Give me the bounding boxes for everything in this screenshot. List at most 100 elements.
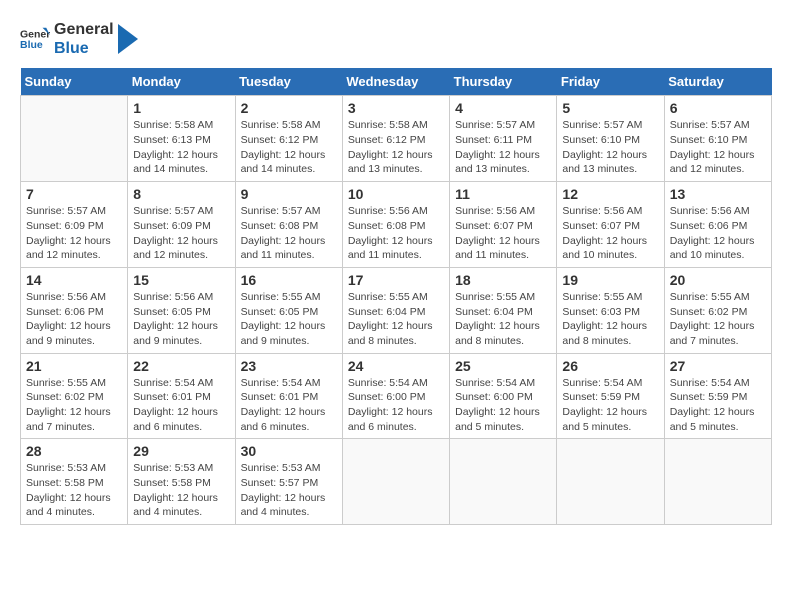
calendar-cell: 8 Sunrise: 5:57 AMSunset: 6:09 PMDaylight…	[128, 182, 235, 268]
calendar-cell: 20 Sunrise: 5:55 AMSunset: 6:02 PMDayligh…	[664, 267, 771, 353]
day-info: Sunrise: 5:54 AMSunset: 6:01 PMDaylight:…	[133, 376, 229, 435]
day-number: 17	[348, 272, 444, 288]
calendar-cell	[21, 96, 128, 182]
day-number: 7	[26, 186, 122, 202]
calendar-cell: 13 Sunrise: 5:56 AMSunset: 6:06 PMDayligh…	[664, 182, 771, 268]
calendar-cell: 22Sunrise: 5:54 AMSunset: 6:01 PMDayligh…	[128, 353, 235, 439]
logo: General Blue General Blue	[20, 20, 138, 58]
calendar-cell: 1 Sunrise: 5:58 AMSunset: 6:13 PMDaylight…	[128, 96, 235, 182]
calendar-cell: 21 Sunrise: 5:55 AMSunset: 6:02 PMDayligh…	[21, 353, 128, 439]
day-number: 4	[455, 100, 551, 116]
calendar-header-row: SundayMondayTuesdayWednesdayThursdayFrid…	[21, 68, 772, 96]
day-number: 23	[241, 358, 337, 374]
day-info: Sunrise: 5:57 AMSunset: 6:09 PMDaylight:…	[26, 204, 122, 263]
calendar-week-row: 7 Sunrise: 5:57 AMSunset: 6:09 PMDaylight…	[21, 182, 772, 268]
day-number: 20	[670, 272, 766, 288]
calendar-table: SundayMondayTuesdayWednesdayThursdayFrid…	[20, 68, 772, 525]
day-info: Sunrise: 5:55 AMSunset: 6:03 PMDaylight:…	[562, 290, 658, 349]
calendar-cell: 16 Sunrise: 5:55 AMSunset: 6:05 PMDayligh…	[235, 267, 342, 353]
day-number: 25	[455, 358, 551, 374]
logo-general: General	[54, 21, 114, 38]
svg-text:Blue: Blue	[20, 39, 43, 51]
day-info: Sunrise: 5:53 AMSunset: 5:58 PMDaylight:…	[26, 461, 122, 520]
calendar-cell: 15 Sunrise: 5:56 AMSunset: 6:05 PMDayligh…	[128, 267, 235, 353]
day-number: 2	[241, 100, 337, 116]
calendar-cell: 23 Sunrise: 5:54 AMSunset: 6:01 PMDayligh…	[235, 353, 342, 439]
day-info: Sunrise: 5:57 AMSunset: 6:10 PMDaylight:…	[562, 118, 658, 177]
logo-icon: General Blue	[20, 24, 50, 54]
day-number: 15	[133, 272, 229, 288]
calendar-cell: 4 Sunrise: 5:57 AMSunset: 6:11 PMDaylight…	[450, 96, 557, 182]
header-wednesday: Wednesday	[342, 68, 449, 96]
calendar-cell	[450, 439, 557, 525]
day-info: Sunrise: 5:56 AMSunset: 6:06 PMDaylight:…	[670, 204, 766, 263]
day-info: Sunrise: 5:56 AMSunset: 6:06 PMDaylight:…	[26, 290, 122, 349]
day-info: Sunrise: 5:56 AMSunset: 6:07 PMDaylight:…	[562, 204, 658, 263]
day-info: Sunrise: 5:58 AMSunset: 6:13 PMDaylight:…	[133, 118, 229, 177]
day-number: 27	[670, 358, 766, 374]
day-number: 28	[26, 443, 122, 459]
day-info: Sunrise: 5:53 AMSunset: 5:57 PMDaylight:…	[241, 461, 337, 520]
calendar-cell	[557, 439, 664, 525]
day-number: 5	[562, 100, 658, 116]
day-number: 29	[133, 443, 229, 459]
day-info: Sunrise: 5:56 AMSunset: 6:08 PMDaylight:…	[348, 204, 444, 263]
day-info: Sunrise: 5:57 AMSunset: 6:08 PMDaylight:…	[241, 204, 337, 263]
day-number: 19	[562, 272, 658, 288]
day-number: 9	[241, 186, 337, 202]
header-monday: Monday	[128, 68, 235, 96]
day-info: Sunrise: 5:57 AMSunset: 6:09 PMDaylight:…	[133, 204, 229, 263]
day-info: Sunrise: 5:56 AMSunset: 6:05 PMDaylight:…	[133, 290, 229, 349]
day-info: Sunrise: 5:58 AMSunset: 6:12 PMDaylight:…	[241, 118, 337, 177]
calendar-cell: 9 Sunrise: 5:57 AMSunset: 6:08 PMDaylight…	[235, 182, 342, 268]
day-info: Sunrise: 5:54 AMSunset: 5:59 PMDaylight:…	[562, 376, 658, 435]
day-info: Sunrise: 5:55 AMSunset: 6:02 PMDaylight:…	[26, 376, 122, 435]
calendar-cell: 5 Sunrise: 5:57 AMSunset: 6:10 PMDaylight…	[557, 96, 664, 182]
calendar-cell: 6Sunrise: 5:57 AMSunset: 6:10 PMDaylight…	[664, 96, 771, 182]
calendar-week-row: 14 Sunrise: 5:56 AMSunset: 6:06 PMDayligh…	[21, 267, 772, 353]
calendar-cell: 30 Sunrise: 5:53 AMSunset: 5:57 PMDayligh…	[235, 439, 342, 525]
calendar-cell: 24 Sunrise: 5:54 AMSunset: 6:00 PMDayligh…	[342, 353, 449, 439]
day-number: 3	[348, 100, 444, 116]
day-number: 24	[348, 358, 444, 374]
calendar-cell: 7 Sunrise: 5:57 AMSunset: 6:09 PMDaylight…	[21, 182, 128, 268]
day-number: 30	[241, 443, 337, 459]
day-number: 14	[26, 272, 122, 288]
calendar-week-row: 21 Sunrise: 5:55 AMSunset: 6:02 PMDayligh…	[21, 353, 772, 439]
day-number: 13	[670, 186, 766, 202]
day-number: 18	[455, 272, 551, 288]
day-info: Sunrise: 5:55 AMSunset: 6:02 PMDaylight:…	[670, 290, 766, 349]
logo-arrow-icon	[118, 24, 138, 54]
day-info: Sunrise: 5:55 AMSunset: 6:05 PMDaylight:…	[241, 290, 337, 349]
day-info: Sunrise: 5:55 AMSunset: 6:04 PMDaylight:…	[455, 290, 551, 349]
calendar-cell	[342, 439, 449, 525]
calendar-week-row: 28 Sunrise: 5:53 AMSunset: 5:58 PMDayligh…	[21, 439, 772, 525]
day-info: Sunrise: 5:54 AMSunset: 6:00 PMDaylight:…	[455, 376, 551, 435]
day-info: Sunrise: 5:53 AMSunset: 5:58 PMDaylight:…	[133, 461, 229, 520]
calendar-cell: 18 Sunrise: 5:55 AMSunset: 6:04 PMDayligh…	[450, 267, 557, 353]
calendar-week-row: 1 Sunrise: 5:58 AMSunset: 6:13 PMDaylight…	[21, 96, 772, 182]
calendar-cell: 17Sunrise: 5:55 AMSunset: 6:04 PMDayligh…	[342, 267, 449, 353]
header-friday: Friday	[557, 68, 664, 96]
header-thursday: Thursday	[450, 68, 557, 96]
calendar-cell: 3Sunrise: 5:58 AMSunset: 6:12 PMDaylight…	[342, 96, 449, 182]
calendar-cell: 10Sunrise: 5:56 AMSunset: 6:08 PMDayligh…	[342, 182, 449, 268]
calendar-cell: 14 Sunrise: 5:56 AMSunset: 6:06 PMDayligh…	[21, 267, 128, 353]
day-number: 21	[26, 358, 122, 374]
day-info: Sunrise: 5:57 AMSunset: 6:11 PMDaylight:…	[455, 118, 551, 177]
header-sunday: Sunday	[21, 68, 128, 96]
day-info: Sunrise: 5:54 AMSunset: 6:01 PMDaylight:…	[241, 376, 337, 435]
header-saturday: Saturday	[664, 68, 771, 96]
day-number: 12	[562, 186, 658, 202]
day-info: Sunrise: 5:54 AMSunset: 6:00 PMDaylight:…	[348, 376, 444, 435]
day-info: Sunrise: 5:56 AMSunset: 6:07 PMDaylight:…	[455, 204, 551, 263]
logo-blue: Blue	[54, 40, 89, 57]
day-number: 8	[133, 186, 229, 202]
day-info: Sunrise: 5:54 AMSunset: 5:59 PMDaylight:…	[670, 376, 766, 435]
calendar-cell: 2 Sunrise: 5:58 AMSunset: 6:12 PMDaylight…	[235, 96, 342, 182]
day-number: 1	[133, 100, 229, 116]
calendar-cell: 29 Sunrise: 5:53 AMSunset: 5:58 PMDayligh…	[128, 439, 235, 525]
day-number: 11	[455, 186, 551, 202]
day-number: 16	[241, 272, 337, 288]
calendar-cell: 27 Sunrise: 5:54 AMSunset: 5:59 PMDayligh…	[664, 353, 771, 439]
